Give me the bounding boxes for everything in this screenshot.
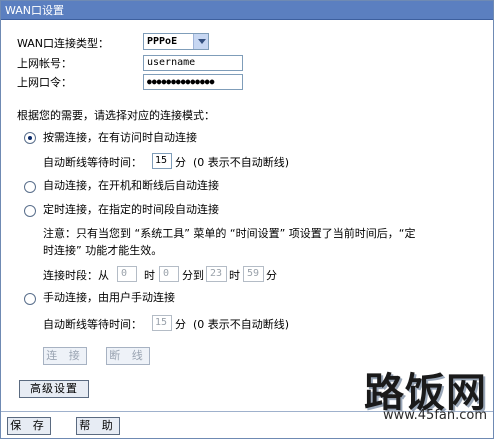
period-min-label: 分 [266,269,277,282]
idle-time-unit: 分 [175,156,186,169]
auto-label: 自动连接，在开机和断线后自动连接 [43,179,219,192]
chevron-down-icon[interactable] [193,34,208,49]
timed-label: 定时连接，在指定的时间段自动连接 [43,203,219,216]
watermark-url: www.45fan.com [382,408,487,423]
period-to-label: 分到 [182,269,204,282]
timed-note-line1: 注意：只有当您到 “系统工具” 菜单的 “时间设置” 项设置了当前时间后，“定 [43,227,416,240]
idle-time-note: (0 表示不自动断线) [193,156,290,169]
idle-time-note-2: (0 表示不自动断线) [193,318,290,331]
idle-time-unit-2: 分 [175,318,186,331]
disconnect-button[interactable]: 断 线 [106,347,150,365]
period-from-hour[interactable]: 0 [117,266,137,282]
mode-prompt: 根据您的需要，请选择对应的连接模式： [17,109,215,122]
manual-label: 手动连接，由用户手动连接 [43,291,175,304]
wan-type-select[interactable]: PPPoE [143,33,209,50]
period-from-min[interactable]: 0 [159,266,179,282]
radio-manual[interactable] [24,293,36,305]
help-button[interactable]: 帮 助 [76,417,120,435]
password-label: 上网口令： [17,76,72,89]
account-label: 上网帐号： [17,57,72,70]
wan-type-value: PPPoE [147,36,178,47]
period-hour-label-2: 时 [229,269,240,282]
idle-time-label: 自动断线等待时间： [43,156,142,169]
wan-settings-panel: WAN口设置 WAN口连接类型： PPPoE 上网帐号： username 上网… [0,0,494,439]
connect-button[interactable]: 连 接 [43,347,87,365]
advanced-settings-button[interactable]: 高级设置 [19,380,89,398]
radio-timed[interactable] [24,205,36,217]
account-input[interactable]: username [143,55,243,71]
period-to-min[interactable]: 59 [243,266,264,282]
panel-title: WAN口设置 [1,1,493,20]
idle-time-input[interactable]: 15 [152,153,172,169]
site-watermark: 路饭网 www.45fan.com [307,360,487,430]
idle-time-label-2: 自动断线等待时间： [43,318,142,331]
on-demand-label: 按需连接，在有访问时自动连接 [43,131,197,144]
idle-time-input-2[interactable]: 15 [152,315,172,331]
period-hour-label: 时 [144,269,155,282]
timed-note-line2: 时连接” 功能才能生效。 [43,244,163,257]
period-prefix: 连接时段：从 [43,269,109,282]
password-input[interactable]: ●●●●●●●●●●●●●● [143,74,243,90]
wan-type-label: WAN口连接类型： [17,37,110,50]
period-to-hour[interactable]: 23 [206,266,227,282]
radio-on-demand[interactable] [24,132,36,144]
save-button[interactable]: 保 存 [7,417,51,435]
radio-auto[interactable] [24,181,36,193]
